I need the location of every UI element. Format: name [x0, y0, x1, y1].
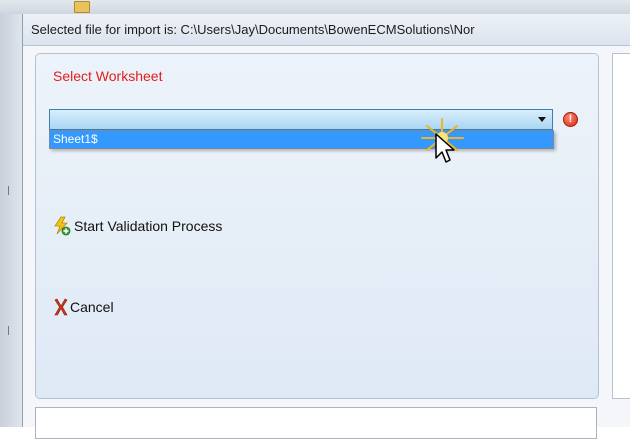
worksheet-combobox[interactable] — [49, 109, 553, 130]
worksheet-dropdown-list: Sheet1$ — [49, 130, 554, 149]
start-validation-label: Start Validation Process — [74, 218, 223, 234]
preview-panel — [612, 53, 630, 399]
cancel-x-icon — [54, 298, 68, 316]
cancel-button[interactable]: Cancel — [54, 298, 114, 316]
edge-tick — [8, 326, 9, 335]
folder-icon — [74, 1, 90, 13]
lightning-add-icon — [54, 216, 71, 236]
chevron-down-icon[interactable] — [538, 117, 546, 122]
background-window-strip — [0, 0, 630, 15]
status-panel — [35, 407, 597, 439]
cancel-label: Cancel — [70, 299, 114, 315]
start-validation-button[interactable]: Start Validation Process — [52, 216, 222, 236]
import-dialog: Selected file for import is: C:\Users\Ja… — [22, 14, 630, 439]
background-window-edge — [0, 14, 23, 427]
error-icon: ! — [563, 112, 578, 127]
window-title: Selected file for import is: C:\Users\Ja… — [31, 22, 475, 37]
title-bar: Selected file for import is: C:\Users\Ja… — [23, 14, 630, 46]
mouse-pointer-icon — [435, 133, 455, 163]
edge-tick — [8, 186, 9, 195]
worksheet-option-sheet1[interactable]: Sheet1$ — [50, 131, 553, 148]
select-worksheet-label: Select Worksheet — [53, 68, 163, 84]
